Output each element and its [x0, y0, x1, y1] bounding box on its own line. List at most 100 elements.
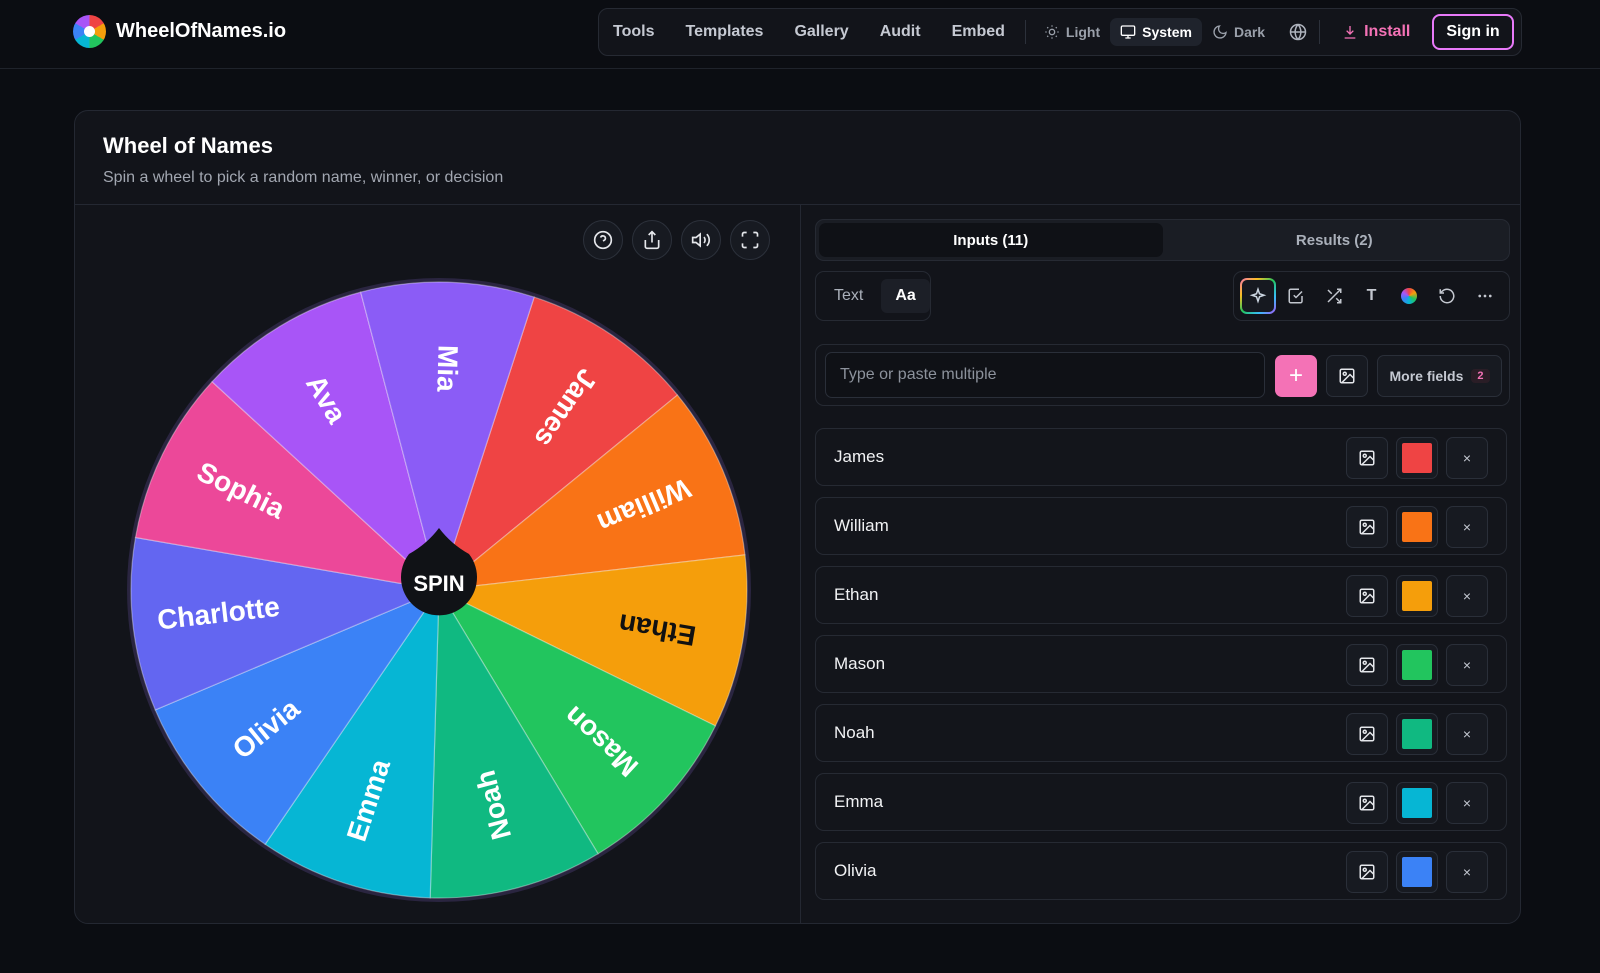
install-button[interactable]: Install [1342, 23, 1410, 41]
nav-embed[interactable]: Embed [952, 23, 1005, 41]
monitor-icon [1120, 25, 1136, 39]
entry-color-swatch [1402, 443, 1432, 473]
entry-name[interactable]: Noah [834, 723, 875, 743]
moon-icon [1213, 25, 1227, 39]
entry-image-button[interactable] [1346, 851, 1388, 893]
image-icon [1359, 450, 1375, 466]
entry-delete-button[interactable]: × [1446, 851, 1488, 893]
nav-gallery[interactable]: Gallery [794, 23, 848, 41]
more-options-button[interactable] [1467, 278, 1503, 314]
nav-divider [1024, 20, 1026, 44]
sun-icon [1045, 25, 1059, 39]
entry-name[interactable]: William [834, 516, 889, 536]
nav-tools[interactable]: Tools [613, 23, 654, 41]
entry-delete-button[interactable]: × [1446, 644, 1488, 686]
wheel-segment-label: Mia [431, 345, 463, 393]
theme-dark-label: Dark [1233, 24, 1266, 40]
entry-name[interactable]: Olivia [834, 861, 877, 881]
colors-button[interactable] [1391, 278, 1427, 314]
sparkle-icon [1249, 287, 1267, 304]
tab-inputs[interactable]: Inputs (11) [819, 223, 1163, 257]
text-style-button[interactable]: T [1354, 278, 1390, 314]
entry-image-button[interactable] [1346, 713, 1388, 755]
globe-icon[interactable] [1289, 23, 1307, 41]
panel-tabs: Inputs (11) Results (2) [815, 219, 1510, 261]
entry-delete-button[interactable]: × [1446, 437, 1488, 479]
add-entry-button[interactable]: + [1275, 355, 1317, 397]
image-icon [1359, 588, 1375, 604]
entry-delete-button[interactable]: × [1446, 575, 1488, 617]
fullscreen-button[interactable] [730, 220, 770, 260]
add-entry-box: + More fields 2 [815, 344, 1510, 406]
entry-color-button[interactable] [1396, 782, 1438, 824]
entry-image-button[interactable] [1346, 506, 1388, 548]
text-icon: T [1366, 287, 1377, 304]
entry-name[interactable]: James [834, 447, 884, 467]
entry-row: Emma × [815, 773, 1507, 831]
mode-text[interactable]: Text [820, 279, 877, 313]
add-image-button[interactable] [1326, 355, 1368, 397]
entry-delete-button[interactable]: × [1446, 782, 1488, 824]
shuffle-icon [1327, 288, 1342, 304]
sound-icon [691, 232, 711, 248]
entry-image-button[interactable] [1346, 782, 1388, 824]
theme-dark-button[interactable]: Dark [1202, 18, 1275, 46]
install-label: Install [1364, 23, 1411, 40]
reset-button[interactable] [1429, 278, 1465, 314]
download-icon [1344, 26, 1356, 39]
input-mode-toggle: Text Aa [815, 271, 931, 321]
mode-aa[interactable]: Aa [881, 279, 930, 313]
entry-color-button[interactable] [1396, 713, 1438, 755]
theme-light-button[interactable]: Light [1034, 18, 1110, 46]
name-wheel[interactable]: JamesWilliamEthanMasonNoahEmmaOliviaChar… [121, 272, 757, 908]
color-wheel-icon [73, 15, 106, 48]
select-button[interactable] [1278, 278, 1314, 314]
sign-in-button[interactable]: Sign in [1432, 14, 1514, 50]
image-icon [1359, 657, 1375, 673]
entry-image-button[interactable] [1346, 644, 1388, 686]
entry-image-button[interactable] [1346, 575, 1388, 617]
entry-color-button[interactable] [1396, 575, 1438, 617]
nav-audit[interactable]: Audit [880, 23, 921, 41]
entry-color-swatch [1402, 581, 1432, 611]
more-fields-label: More fields [1389, 368, 1464, 384]
entry-image-button[interactable] [1346, 437, 1388, 479]
entry-color-button[interactable] [1396, 851, 1438, 893]
sound-button[interactable] [681, 220, 721, 260]
entry-delete-button[interactable]: × [1446, 713, 1488, 755]
entry-color-button[interactable] [1396, 437, 1438, 479]
tab-results[interactable]: Results (2) [1163, 223, 1507, 257]
entry-delete-button[interactable]: × [1446, 506, 1488, 548]
entry-color-swatch [1402, 788, 1432, 818]
theme-system-button[interactable]: System [1110, 18, 1202, 46]
fullscreen-icon [741, 231, 759, 249]
image-icon [1359, 519, 1375, 535]
entry-color-button[interactable] [1396, 644, 1438, 686]
theme-system-label: System [1142, 24, 1192, 40]
entries-list: James × William × Ethan × Mason × Noah × Emma × Oliv… [815, 428, 1510, 912]
entry-name[interactable]: Emma [834, 792, 883, 812]
entry-row: Noah × [815, 704, 1507, 762]
inputs-panel: Inputs (11) Results (2) Text Aa T Type o… [815, 205, 1510, 923]
entry-row: William × [815, 497, 1507, 555]
brand[interactable]: WheelOfNames.io [73, 15, 286, 48]
nav-templates[interactable]: Templates [685, 23, 763, 41]
more-fields-button[interactable]: More fields 2 [1377, 355, 1502, 397]
image-icon [1339, 368, 1355, 384]
share-button[interactable] [632, 220, 672, 260]
image-icon [1359, 864, 1375, 880]
help-button[interactable] [583, 220, 623, 260]
entries-toolbar: T [1233, 271, 1510, 321]
card-header: Wheel of Names Spin a wheel to pick a ra… [75, 111, 1520, 205]
more-fields-count: 2 [1471, 369, 1490, 383]
shuffle-button[interactable] [1316, 278, 1352, 314]
entry-name[interactable]: Mason [834, 654, 885, 674]
entry-input[interactable] [825, 352, 1265, 398]
nav-divider [1319, 20, 1321, 44]
ai-generate-button[interactable] [1240, 278, 1276, 314]
entry-color-button[interactable] [1396, 506, 1438, 548]
help-icon [593, 230, 613, 250]
entry-name[interactable]: Ethan [834, 585, 878, 605]
entry-row: Mason × [815, 635, 1507, 693]
share-icon [644, 230, 660, 250]
